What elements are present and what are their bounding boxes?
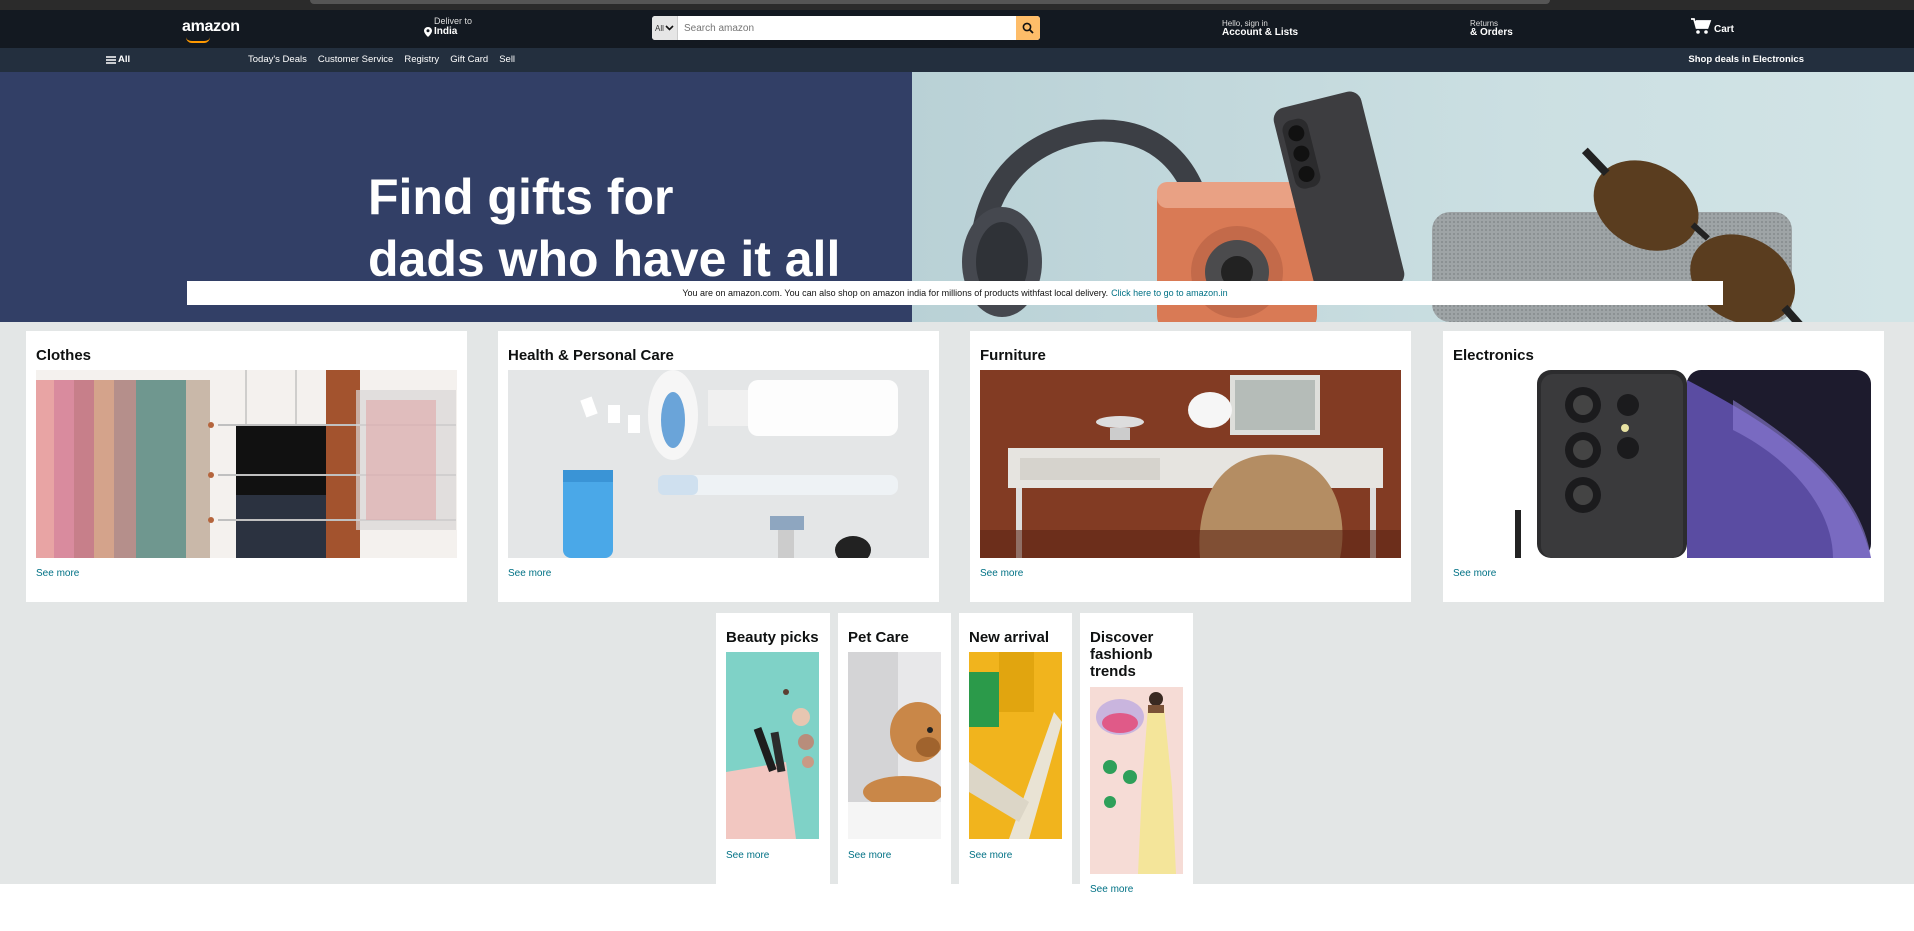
search-category-label: All: [655, 23, 664, 33]
chevron-down-icon: [665, 25, 674, 31]
subnav-link-registry[interactable]: Registry: [404, 54, 439, 65]
see-more-link[interactable]: See more: [726, 850, 769, 861]
pet-image[interactable]: [848, 652, 941, 839]
search-category-dropdown[interactable]: All: [652, 16, 678, 40]
fashion-image[interactable]: [1090, 687, 1183, 874]
see-more-link[interactable]: See more: [1090, 884, 1133, 895]
see-more-link[interactable]: See more: [969, 850, 1012, 861]
health-image[interactable]: [508, 370, 929, 558]
cart-icon: [1691, 18, 1712, 34]
amazon-in-link[interactable]: Click here to go to amazon.in: [1111, 288, 1228, 298]
deliver-to[interactable]: Deliver to India: [424, 16, 472, 37]
browser-tab-edge: [310, 0, 1550, 4]
subnav-link-gift-card[interactable]: Gift Card: [450, 54, 488, 65]
locale-notice: You are on amazon.com. You can also shop…: [187, 281, 1723, 305]
card-title: Furniture: [980, 347, 1046, 364]
card-electronics: Electronics See more: [1443, 331, 1884, 602]
cart-button[interactable]: Cart: [1690, 17, 1734, 35]
card-discover-fashion-trends: Discover fashionb trends See more: [1080, 613, 1193, 895]
search-input[interactable]: [678, 16, 1016, 40]
search-icon: [1022, 22, 1034, 34]
electronics-deals-link[interactable]: Shop deals in Electronics: [1688, 54, 1804, 65]
notice-text: You are on amazon.com. You can also shop…: [682, 288, 1109, 298]
card-pet-care: Pet Care See more: [838, 613, 951, 884]
card-title: New arrival: [969, 629, 1050, 646]
returns-orders[interactable]: Returns & Orders: [1470, 19, 1513, 38]
card-title: Pet Care: [848, 629, 909, 646]
card-title: Beauty picks: [726, 629, 819, 646]
electronics-image[interactable]: [1453, 370, 1874, 558]
hero-title: Find gifts for dads who have it all: [368, 166, 840, 290]
secondary-navbar: All Today's Deals Customer Service Regis…: [0, 48, 1914, 72]
card-beauty-picks: Beauty picks See more: [716, 613, 830, 884]
see-more-link[interactable]: See more: [1453, 568, 1496, 579]
see-more-link[interactable]: See more: [980, 568, 1023, 579]
card-title: Electronics: [1453, 347, 1534, 364]
search-button[interactable]: [1016, 16, 1040, 40]
card-new-arrival: New arrival See more: [959, 613, 1072, 884]
see-more-link[interactable]: See more: [848, 850, 891, 861]
account-lists[interactable]: Hello, sign in Account & Lists: [1222, 19, 1299, 38]
top-navbar: amazon Deliver to India All Hello, sign …: [0, 10, 1914, 48]
subnav-link-todays-deals[interactable]: Today's Deals: [248, 54, 307, 65]
deliver-label: Deliver to: [434, 16, 473, 26]
card-title-line1: Discover: [1090, 629, 1154, 646]
browser-top-strip: [0, 0, 1914, 10]
card-title: Health & Personal Care: [508, 347, 674, 364]
see-more-link[interactable]: See more: [36, 568, 79, 579]
orders-label: & Orders: [1470, 27, 1513, 38]
amazon-logo[interactable]: amazon: [182, 18, 240, 36]
deliver-location: India: [434, 26, 458, 37]
search-bar: All: [652, 16, 1040, 40]
hero-title-line1: Find gifts for: [368, 169, 674, 225]
subnav-link-sell[interactable]: Sell: [499, 54, 515, 65]
new-arrival-image[interactable]: [969, 652, 1062, 839]
furniture-image[interactable]: [980, 370, 1401, 558]
location-pin-icon: [424, 26, 432, 37]
card-title-line3: trends: [1090, 663, 1136, 680]
subnav-links: Today's Deals Customer Service Registry …: [248, 54, 515, 65]
card-title: Clothes: [36, 347, 92, 364]
card-title: Discover fashionb trends: [1090, 629, 1153, 680]
clothes-image[interactable]: [36, 370, 457, 558]
cart-label: Cart: [1714, 24, 1735, 35]
card-title-line2: fashionb: [1090, 646, 1153, 663]
hamburger-icon: [106, 55, 116, 64]
card-health-personal-care: Health & Personal Care See more: [498, 331, 939, 602]
all-menu-button[interactable]: All: [106, 54, 130, 65]
beauty-image[interactable]: [726, 652, 819, 839]
all-menu-label: All: [118, 54, 131, 65]
logo-smile-icon: [186, 37, 210, 43]
card-clothes: Clothes See more: [26, 331, 467, 602]
subnav-link-customer-service[interactable]: Customer Service: [318, 54, 394, 65]
card-furniture: Furniture See more: [970, 331, 1411, 602]
account-label: Account & Lists: [1222, 27, 1299, 38]
see-more-link[interactable]: See more: [508, 568, 551, 579]
